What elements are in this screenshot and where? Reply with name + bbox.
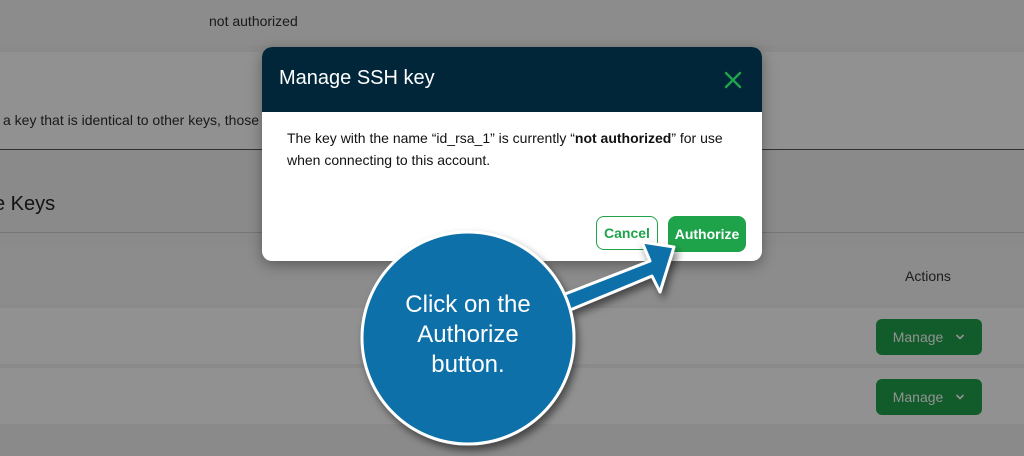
dialog-message-prefix: The key with the name “id_rsa_1” is curr… (287, 130, 575, 146)
callout-line: button. (431, 351, 505, 378)
manage-ssh-key-dialog: Manage SSH key The key with the name “id… (262, 47, 762, 261)
callout-text: Click on the Authorize button. (373, 290, 563, 380)
authorize-button[interactable]: Authorize (668, 216, 746, 252)
dialog-header: Manage SSH key (262, 47, 762, 112)
cancel-button[interactable]: Cancel (596, 216, 658, 250)
close-icon[interactable] (722, 69, 744, 91)
dialog-title: Manage SSH key (279, 67, 435, 89)
callout-line: Authorize (417, 321, 519, 348)
dialog-message: The key with the name “id_rsa_1” is curr… (287, 127, 742, 171)
callout-line: Click on the (405, 291, 531, 318)
dialog-message-status: not authorized (574, 130, 672, 146)
